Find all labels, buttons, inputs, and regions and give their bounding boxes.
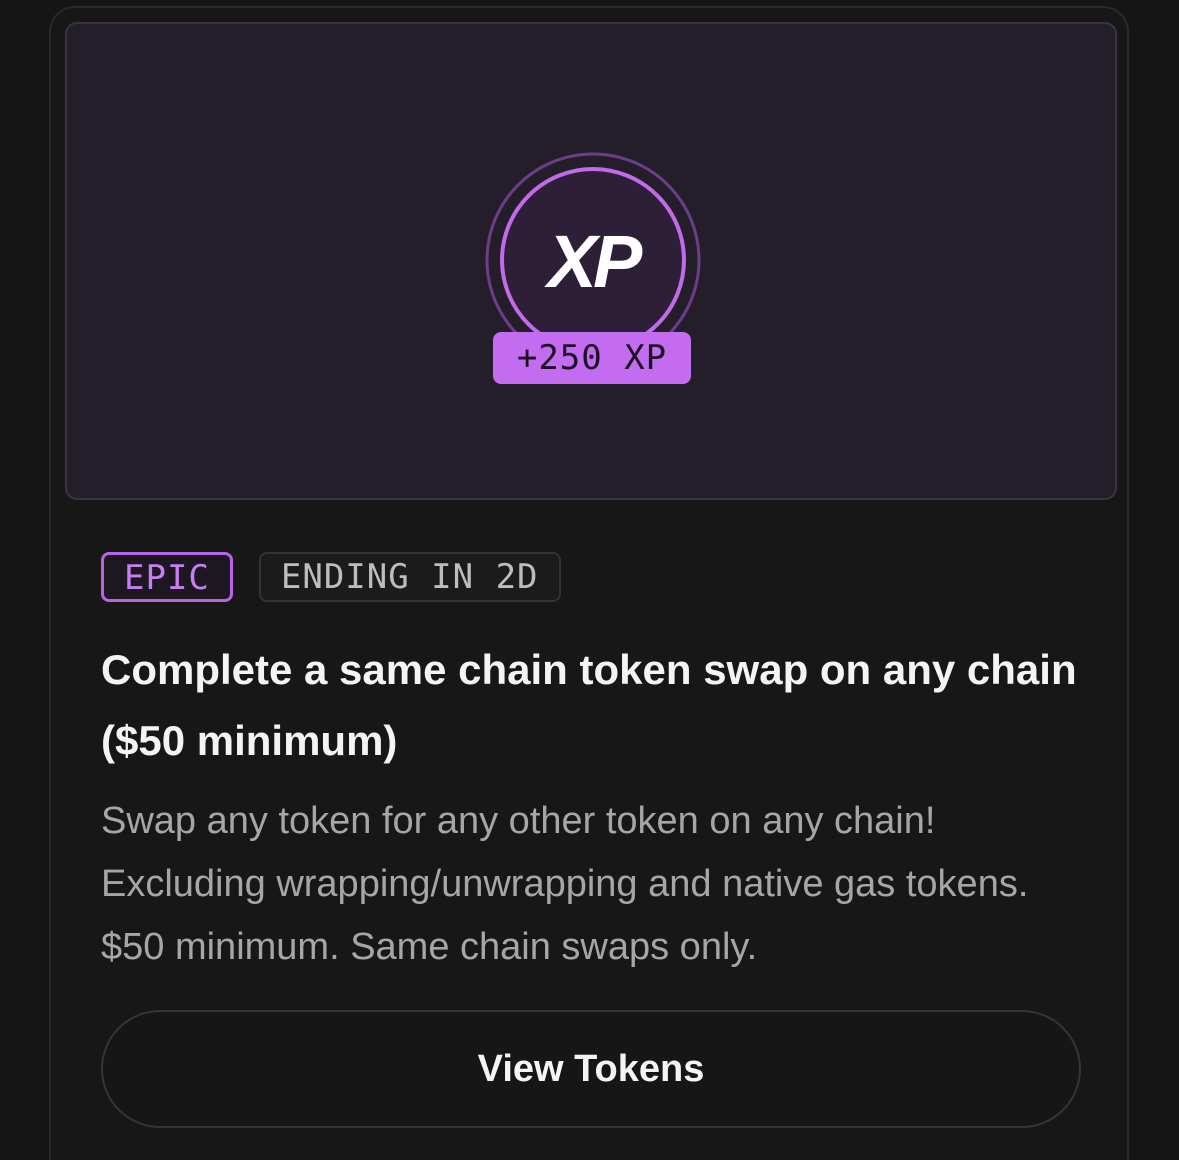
quest-hero-banner: XP +250 XP [65,22,1117,500]
xp-reward-badge: +250 XP [493,332,691,384]
xp-badge-text: XP [544,220,643,303]
ending-tag: ENDING IN 2D [258,552,561,602]
quest-card: XP +250 XP EPIC ENDING IN 2D Complete a … [49,6,1129,1160]
rarity-tag: EPIC [101,552,233,602]
quest-title: Complete a same chain token swap on any … [101,646,1077,764]
view-tokens-button[interactable]: View Tokens [101,1010,1081,1128]
quest-description: Swap any token for any other token on an… [101,800,1029,968]
quest-tags: EPIC ENDING IN 2D [101,552,561,602]
